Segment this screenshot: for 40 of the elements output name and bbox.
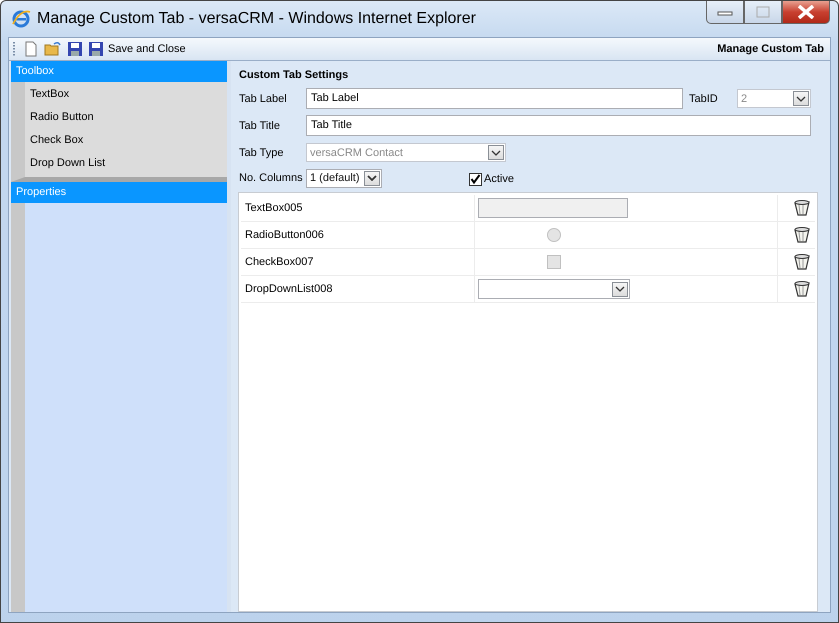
trash-can-icon[interactable]	[793, 226, 811, 244]
browser-logo-icon	[11, 9, 31, 29]
active-checkbox[interactable]	[469, 172, 482, 186]
radio-button-preview	[547, 228, 561, 242]
toolbox-item[interactable]: Check Box	[25, 129, 227, 152]
caret-icon	[796, 96, 806, 102]
tab-label-field[interactable]: Tab Label	[306, 88, 683, 109]
field-label: Tab Title	[239, 120, 281, 132]
close-button[interactable]	[782, 1, 830, 24]
trash-can-icon[interactable]	[793, 253, 811, 271]
columns-dropdown[interactable]: 1 (default)	[306, 168, 382, 188]
caret-icon	[615, 286, 625, 292]
checkbox-preview	[547, 255, 561, 269]
toolbox-item[interactable]: Radio Button	[25, 106, 227, 129]
folder-icon[interactable]	[44, 41, 62, 57]
caret-icon	[367, 175, 377, 181]
field-label: No. Columns	[239, 172, 304, 184]
caret-icon	[491, 150, 501, 156]
trash-can-icon[interactable]	[793, 280, 811, 298]
field-label: Tab Label	[239, 92, 288, 104]
maximize-icon	[756, 6, 770, 18]
field-label: Tab Type	[239, 146, 284, 158]
toolbox-item[interactable]: TextBox	[25, 83, 227, 106]
toolbox-item[interactable]: Drop Down List	[25, 152, 227, 175]
checkbox-label: Active	[484, 173, 514, 185]
tab-title-field[interactable]: Tab Title	[306, 115, 811, 136]
table-cell: DropDownList008	[241, 276, 475, 302]
new-document-icon[interactable]	[23, 41, 39, 57]
save-and-close-button[interactable]: Save and Close	[88, 41, 186, 57]
trash-can-icon[interactable]	[793, 199, 811, 217]
page-title: Manage Custom Tab	[717, 43, 824, 55]
table-cell: TextBox005	[241, 195, 475, 221]
table-cell: CheckBox007	[241, 249, 475, 275]
minimize-button[interactable]	[706, 1, 744, 24]
close-icon	[796, 5, 816, 19]
maximize-button[interactable]	[744, 1, 782, 24]
table-cell: RadioButton006	[241, 222, 475, 248]
window-title: Manage Custom Tab - versaCRM - Windows Internet Explorer	[37, 10, 476, 28]
field-label: TabID	[689, 92, 719, 104]
section-heading: Custom Tab Settings	[238, 68, 350, 83]
